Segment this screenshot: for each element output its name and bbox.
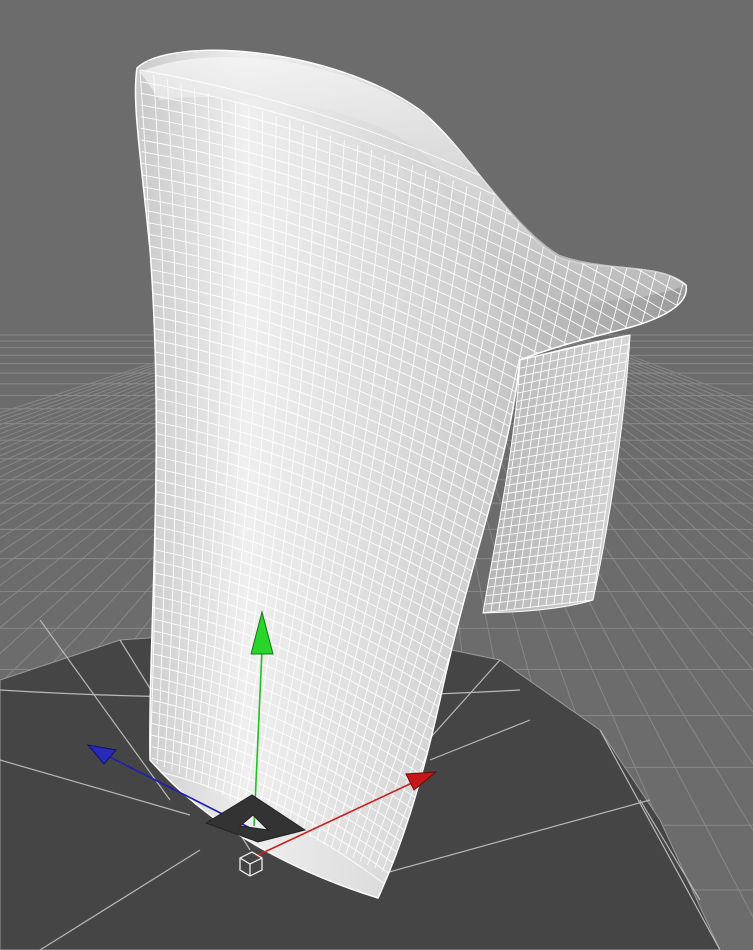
3d-viewport[interactable] xyxy=(0,0,753,950)
viewport-canvas[interactable] xyxy=(0,0,753,950)
